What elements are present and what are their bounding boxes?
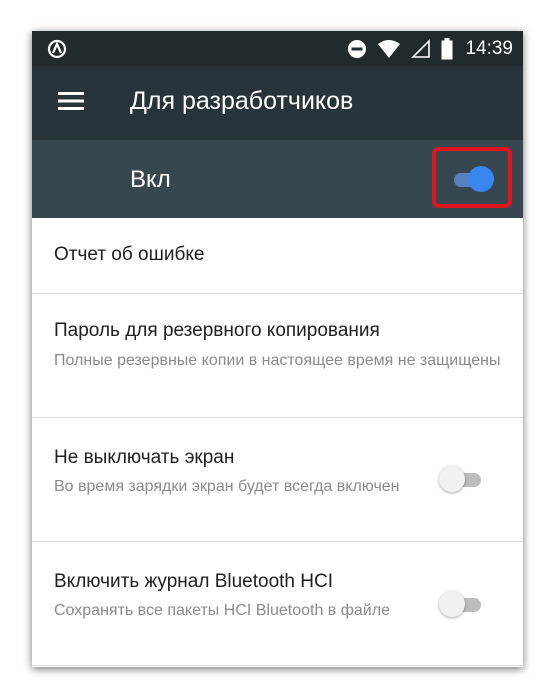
hamburger-menu-icon[interactable]	[58, 91, 84, 111]
page-title: Для разработчиков	[130, 87, 354, 115]
setting-title: Пароль для резервного копирования	[54, 320, 380, 341]
battery-icon	[441, 37, 453, 59]
setting-title: Включить журнал Bluetooth HCI	[54, 571, 333, 592]
cell-signal-icon	[411, 38, 431, 58]
app-bar: Для разработчиков	[32, 66, 523, 140]
setting-bluetooth-hci-log[interactable]: Включить журнал Bluetooth HCI Сохранять …	[32, 542, 523, 666]
status-bar: 14:39	[32, 31, 523, 66]
setting-stay-awake[interactable]: Не выключать экран Во время зарядки экра…	[32, 418, 523, 542]
stay-awake-toggle[interactable]	[439, 465, 487, 495]
setting-summary: Сохранять все пакеты HCI Bluetooth в фай…	[54, 602, 390, 619]
setting-title: Отчет об ошибке	[54, 244, 205, 265]
setting-summary: Полные резервные копии в настоящее время…	[54, 352, 501, 369]
setting-title: Не выключать экран	[54, 447, 235, 468]
setting-backup-password[interactable]: Пароль для резервного копирования Полные…	[32, 294, 523, 418]
bluetooth-hci-toggle[interactable]	[439, 590, 487, 620]
toggle-thumb	[468, 166, 494, 192]
toggle-thumb	[439, 591, 465, 617]
setting-bug-report[interactable]: Отчет об ошибке	[32, 218, 523, 294]
phone-screen: 14:39 Для разработчиков Вкл Отчет об оши…	[32, 31, 523, 667]
master-switch-bar[interactable]: Вкл	[32, 140, 523, 218]
status-icons: 14:39	[347, 31, 513, 66]
master-switch-label: Вкл	[130, 166, 171, 193]
setting-summary: Во время зарядки экран будет всегда вклю…	[54, 478, 400, 495]
settings-list: Отчет об ошибке Пароль для резервного ко…	[32, 218, 523, 666]
toggle-thumb	[439, 466, 465, 492]
do-not-disturb-icon	[348, 39, 367, 58]
android-auto-icon	[47, 39, 67, 59]
wifi-icon	[378, 39, 401, 58]
master-toggle[interactable]	[450, 165, 498, 195]
clock: 14:39	[465, 37, 513, 59]
